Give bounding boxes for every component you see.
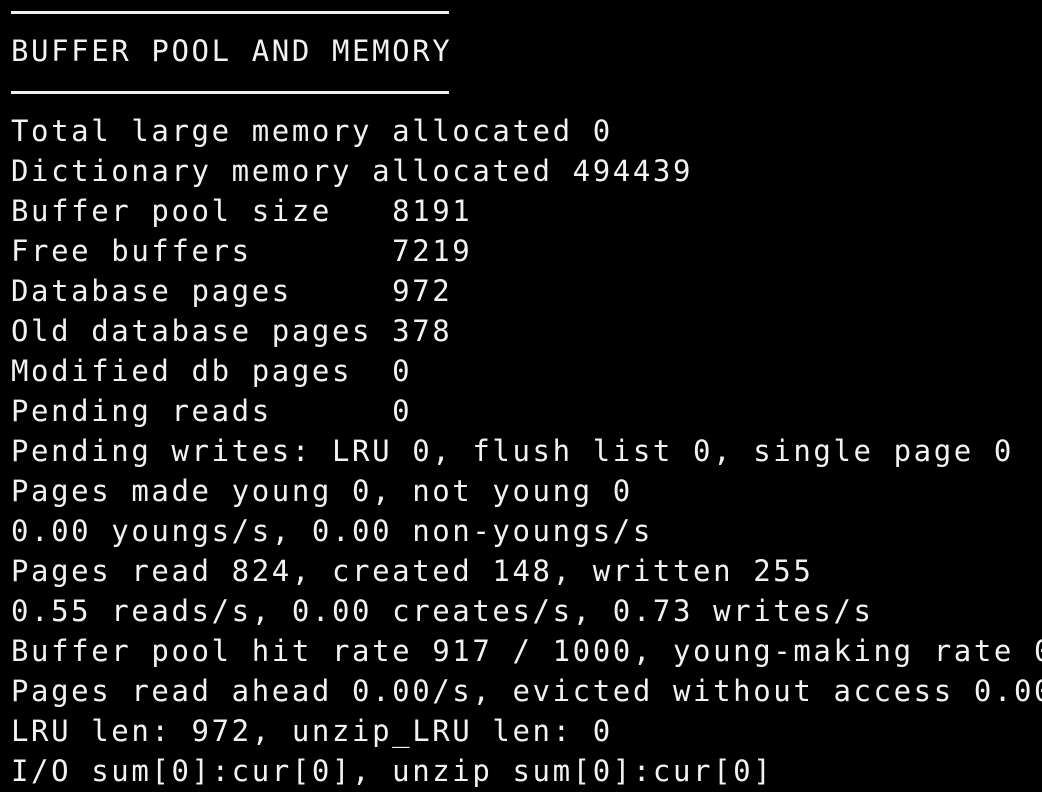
output-line: Modified db pages 0: [11, 354, 413, 388]
terminal-output: BUFFER POOL AND MEMORY Total large memor…: [0, 0, 1042, 792]
output-line: I/O sum[0]:cur[0], unzip sum[0]:cur[0]: [11, 754, 774, 788]
output-line: Pages made young 0, not young 0: [11, 474, 633, 508]
output-line: Pages read 824, created 148, written 255: [11, 554, 814, 588]
separator-line-top: [11, 11, 449, 14]
output-line: Total large memory allocated 0: [11, 114, 613, 148]
output-line: Free buffers 7219: [11, 234, 473, 268]
output-line: Old database pages 378: [11, 314, 453, 348]
output-line: Dictionary memory allocated 494439: [11, 154, 694, 188]
output-line: 0.55 reads/s, 0.00 creates/s, 0.73 write…: [11, 594, 874, 628]
output-line: LRU len: 972, unzip_LRU len: 0: [11, 714, 613, 748]
output-line: Pending reads 0: [11, 394, 413, 428]
output-line: Pending writes: LRU 0, flush list 0, sin…: [11, 434, 1014, 468]
output-line: Pages read ahead 0.00/s, evicted without…: [11, 674, 1042, 708]
output-line: Buffer pool hit rate 917 / 1000, young-m…: [11, 634, 1042, 668]
separator-line-bottom: [11, 91, 449, 94]
section-header: BUFFER POOL AND MEMORY: [11, 34, 453, 68]
output-line: Buffer pool size 8191: [11, 194, 473, 228]
output-line: 0.00 youngs/s, 0.00 non-youngs/s: [11, 514, 653, 548]
output-line: Database pages 972: [11, 274, 453, 308]
